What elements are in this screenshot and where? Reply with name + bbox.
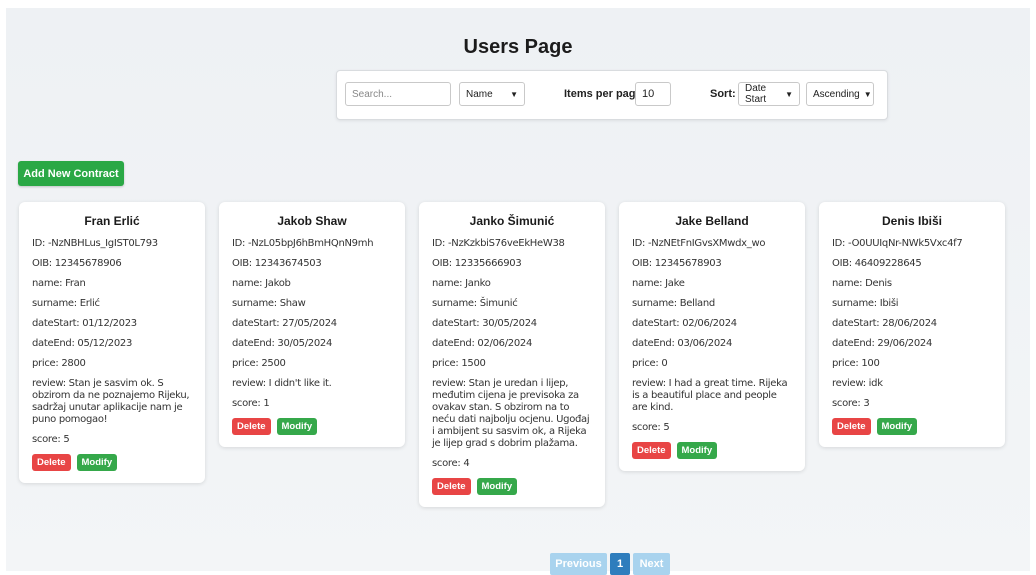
page-title: Users Page xyxy=(463,36,573,58)
card-surname: surname: Belland xyxy=(632,298,715,309)
delete-button[interactable]: Delete xyxy=(832,418,871,435)
next-page-button[interactable]: Next xyxy=(633,553,670,575)
add-new-contract-button[interactable]: Add New Contract xyxy=(18,161,124,186)
card-price: price: 100 xyxy=(832,358,880,369)
card-date-end: dateEnd: 03/06/2024 xyxy=(632,338,733,349)
card-oib: OIB: 12335666903 xyxy=(432,258,522,269)
card-oib: OIB: 46409228645 xyxy=(832,258,922,269)
contract-card: Denis Ibiši ID: -O0UUIqNr-NWk5Vxc4f7 OIB… xyxy=(819,202,1005,447)
chevron-down-icon: ▼ xyxy=(785,89,793,99)
modify-button[interactable]: Modify xyxy=(676,442,718,459)
card-score: score: 1 xyxy=(232,398,270,409)
modify-button[interactable]: Modify xyxy=(76,454,118,471)
contract-card: Jakob Shaw ID: -NzL05bpJ6hBmHQnN9mh OIB:… xyxy=(219,202,405,447)
card-title: Jake Belland xyxy=(675,214,749,228)
delete-button[interactable]: Delete xyxy=(32,454,71,471)
card-date-end: dateEnd: 05/12/2023 xyxy=(32,338,133,349)
card-id: ID: -NzL05bpJ6hBmHQnN9mh xyxy=(232,238,374,249)
items-per-page-label: Items per page: xyxy=(564,88,646,100)
modify-button[interactable]: Modify xyxy=(276,418,318,435)
delete-button[interactable]: Delete xyxy=(632,442,671,459)
items-per-page-input[interactable] xyxy=(635,82,671,106)
card-name: name: Fran xyxy=(32,278,86,289)
card-name: name: Denis xyxy=(832,278,892,289)
card-title: Janko Šimunić xyxy=(469,214,555,228)
search-field-select-value: Name xyxy=(466,88,493,100)
card-review: review: Stan je uredan i lijep, međutim … xyxy=(432,378,590,449)
card-name: name: Janko xyxy=(432,278,491,289)
card-surname: surname: Šimunić xyxy=(432,298,518,309)
sort-order-select-value: Ascending xyxy=(813,88,860,100)
card-surname: surname: Erlić xyxy=(32,298,100,309)
card-date-start: dateStart: 30/05/2024 xyxy=(432,318,537,329)
card-score: score: 5 xyxy=(632,422,670,433)
card-surname: surname: Shaw xyxy=(232,298,306,309)
card-price: price: 0 xyxy=(632,358,668,369)
card-oib: OIB: 12345678906 xyxy=(32,258,122,269)
card-date-end: dateEnd: 30/05/2024 xyxy=(232,338,333,349)
card-id: ID: -NzNEtFnIGvsXMwdx_wo xyxy=(632,238,766,249)
card-review: review: I had a great time. Rijeka is a … xyxy=(632,378,788,413)
modify-button[interactable]: Modify xyxy=(476,478,518,495)
card-surname: surname: Ibiši xyxy=(832,298,899,309)
card-price: price: 2500 xyxy=(232,358,286,369)
chevron-down-icon: ▼ xyxy=(863,89,872,99)
card-date-end: dateEnd: 29/06/2024 xyxy=(832,338,933,349)
card-title: Jakob Shaw xyxy=(277,214,347,228)
sort-field-select[interactable]: Date Start ▼ xyxy=(738,82,800,106)
modify-button[interactable]: Modify xyxy=(876,418,918,435)
card-name: name: Jakob xyxy=(232,278,291,289)
sort-field-select-value: Date Start xyxy=(745,83,767,105)
search-field-select[interactable]: Name ▼ xyxy=(459,82,525,106)
card-id: ID: -NzKzkbiS76veEkHeW38 xyxy=(432,238,565,249)
chevron-down-icon: ▼ xyxy=(510,89,518,99)
contract-card: Jake Belland ID: -NzNEtFnIGvsXMwdx_wo OI… xyxy=(619,202,805,471)
card-date-start: dateStart: 27/05/2024 xyxy=(232,318,337,329)
search-input[interactable] xyxy=(345,82,451,106)
delete-button[interactable]: Delete xyxy=(232,418,271,435)
delete-button[interactable]: Delete xyxy=(432,478,471,495)
card-name: name: Jake xyxy=(632,278,685,289)
card-title: Denis Ibiši xyxy=(881,214,943,228)
card-price: price: 2800 xyxy=(32,358,86,369)
card-score: score: 5 xyxy=(32,434,70,445)
card-price: price: 1500 xyxy=(432,358,486,369)
card-date-end: dateEnd: 02/06/2024 xyxy=(432,338,533,349)
card-id: ID: -O0UUIqNr-NWk5Vxc4f7 xyxy=(832,238,963,249)
sort-label: Sort: xyxy=(710,88,736,100)
card-review: review: idk xyxy=(832,378,883,389)
filter-bar: Name ▼ Items per page: Sort: Date Start … xyxy=(336,70,888,120)
card-date-start: dateStart: 01/12/2023 xyxy=(32,318,137,329)
previous-page-button[interactable]: Previous xyxy=(550,553,607,575)
contract-card: Fran Erlić ID: -NzNBHLus_IgIST0L793 OIB:… xyxy=(19,202,205,483)
card-id: ID: -NzNBHLus_IgIST0L793 xyxy=(32,238,158,249)
card-review: review: Stan je sasvim ok. S obzirom da … xyxy=(32,378,190,425)
contract-card: Janko Šimunić ID: -NzKzkbiS76veEkHeW38 O… xyxy=(419,202,605,507)
card-oib: OIB: 12343674503 xyxy=(232,258,322,269)
card-score: score: 3 xyxy=(832,398,870,409)
page-1-button[interactable]: 1 xyxy=(610,553,630,575)
card-title: Fran Erlić xyxy=(84,214,140,228)
pagination: Previous 1 Next xyxy=(550,553,670,575)
card-date-start: dateStart: 02/06/2024 xyxy=(632,318,737,329)
card-score: score: 4 xyxy=(432,458,470,469)
card-oib: OIB: 12345678903 xyxy=(632,258,722,269)
card-date-start: dateStart: 28/06/2024 xyxy=(832,318,937,329)
card-review: review: I didn't like it. xyxy=(232,378,332,389)
sort-order-select[interactable]: Ascending ▼ xyxy=(806,82,874,106)
